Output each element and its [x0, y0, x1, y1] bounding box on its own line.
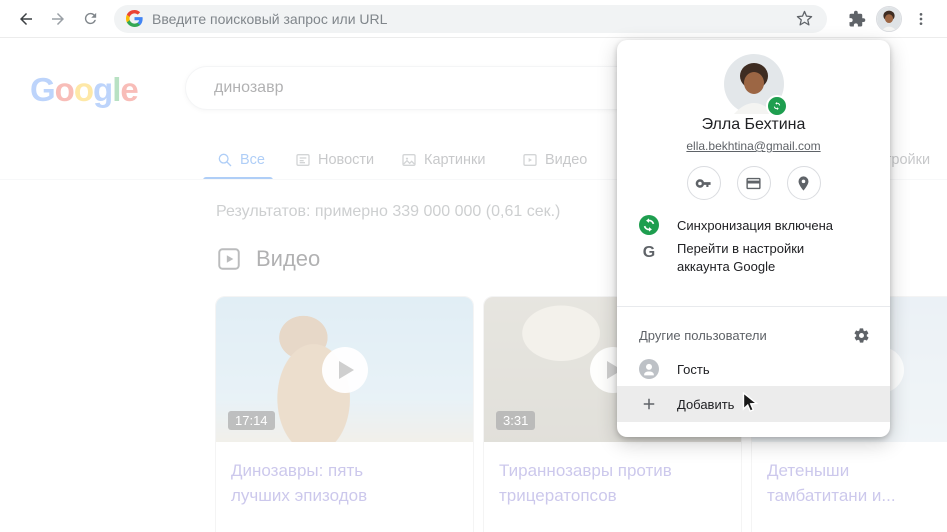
add-user-label: Добавить: [677, 397, 734, 412]
sync-status-label: Синхронизация включена: [677, 218, 833, 233]
browser-menu-button[interactable]: [905, 3, 937, 35]
profile-quick-actions: [617, 166, 890, 200]
sync-badge-icon: [766, 95, 788, 117]
profile-name: Элла Бехтина: [617, 116, 890, 134]
three-dot-menu-icon: [913, 11, 929, 27]
addresses-button[interactable]: [787, 166, 821, 200]
passwords-button[interactable]: [687, 166, 721, 200]
key-icon: [695, 175, 712, 192]
guest-avatar-icon: [639, 359, 659, 379]
other-users-header: Другие пользователи: [639, 320, 874, 350]
forward-button[interactable]: [42, 3, 74, 35]
address-bar[interactable]: Введите поисковый запрос или URL: [114, 5, 827, 33]
sync-on-icon: [639, 215, 659, 235]
browser-toolbar: Введите поисковый запрос или URL: [0, 0, 947, 38]
google-g-icon: [126, 10, 143, 27]
manage-users-button[interactable]: [848, 322, 874, 348]
payments-button[interactable]: [737, 166, 771, 200]
credit-card-icon: [745, 175, 762, 192]
menu-divider: [617, 306, 890, 307]
url-placeholder: Введите поисковый запрос или URL: [152, 11, 791, 27]
account-settings-item[interactable]: G Перейти в настройки аккаунта Google: [617, 240, 890, 284]
refresh-icon: [82, 10, 99, 27]
profile-email[interactable]: ella.bekhtina@gmail.com: [617, 139, 890, 153]
profile-menu: Элла Бехтина ella.bekhtina@gmail.com Син…: [617, 40, 890, 437]
extensions-button[interactable]: [841, 3, 873, 35]
mouse-cursor: [742, 392, 762, 419]
back-button[interactable]: [10, 3, 42, 35]
guest-label: Гость: [677, 362, 710, 377]
plus-icon: [639, 394, 659, 414]
location-pin-icon: [795, 175, 812, 192]
star-icon: [796, 10, 813, 27]
guest-item[interactable]: Гость: [617, 352, 890, 386]
forward-icon: [49, 10, 67, 28]
other-users-label: Другие пользователи: [639, 328, 767, 343]
avatar: [876, 6, 902, 32]
profile-avatar-large: [724, 54, 784, 114]
gear-icon: [853, 327, 870, 344]
google-g-gray-icon: G: [639, 243, 659, 263]
sync-status-item[interactable]: Синхронизация включена: [617, 210, 890, 240]
browser-window: Введите поисковый запрос или URL Google …: [0, 0, 947, 532]
bookmark-button[interactable]: [791, 6, 817, 32]
account-settings-label: Перейти в настройки аккаунта Google: [677, 240, 837, 276]
back-icon: [17, 10, 35, 28]
puzzle-icon: [848, 10, 866, 28]
profile-avatar-button[interactable]: [873, 3, 905, 35]
refresh-button[interactable]: [74, 3, 106, 35]
